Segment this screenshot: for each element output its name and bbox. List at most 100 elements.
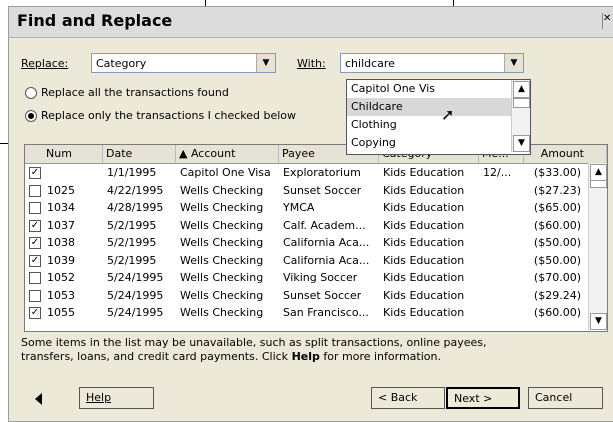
row-checkbox[interactable] <box>29 272 41 284</box>
scroll-down-icon[interactable]: ▼ <box>513 135 530 152</box>
cell-category: Kids Education <box>383 236 465 249</box>
chevron-down-icon[interactable]: ▼ <box>504 54 523 72</box>
row-checkbox[interactable]: ✓ <box>29 167 41 179</box>
cell-date: 5/24/1995 <box>107 271 164 284</box>
table-row[interactable]: ✓ 1039 5/2/1995 Wells Checking California Ac… <box>25 252 585 269</box>
cell-amount: ($70.00) <box>533 271 581 284</box>
table-row[interactable]: 1034 4/28/1995 Wells Checking YMCA Kids Educ… <box>25 199 585 216</box>
cell-category: Kids Education <box>383 271 465 284</box>
row-checkbox[interactable]: ✓ <box>29 219 41 232</box>
cell-amount: ($60.00) <box>533 306 581 319</box>
cell-num: 1055 <box>47 306 75 319</box>
scroll-up-icon[interactable]: ▲ <box>513 81 530 98</box>
col-header-num[interactable]: Num <box>43 145 103 163</box>
radio-replace-checked-label[interactable]: Replace only the transactions I checked … <box>41 109 296 122</box>
scroll-up-icon[interactable]: ▲ <box>590 164 607 181</box>
scroll-thumb[interactable] <box>513 98 530 108</box>
table-row[interactable]: ✓ 1038 5/2/1995 Wells Checking California Ac… <box>25 234 585 251</box>
cell-category: Kids Education <box>383 218 465 232</box>
cell-date: 4/28/1995 <box>107 201 164 214</box>
table-row[interactable]: ✓ 1055 5/24/1995 Wells Checking San Francisc… <box>25 304 585 321</box>
cell-date: 5/2/1995 <box>107 236 157 249</box>
table-row[interactable]: 1052 5/24/1995 Wells Checking Viking Soccer… <box>25 269 585 286</box>
row-checkbox[interactable]: ✓ <box>29 307 41 319</box>
cell-payee: Exploratorium <box>283 166 361 179</box>
row-checkbox[interactable]: ✓ <box>29 254 41 267</box>
cancel-button[interactable]: Cancel <box>528 387 603 409</box>
cell-category: Kids Education <box>383 288 465 302</box>
cell-num: 1052 <box>47 271 75 284</box>
cell-payee: California Aca... <box>283 253 370 267</box>
scroll-down-icon[interactable]: ▼ <box>590 313 607 330</box>
radio-replace-all-label[interactable]: Replace all the transactions found <box>41 86 229 99</box>
radio-replace-all[interactable] <box>25 87 37 99</box>
table-row[interactable]: ✓ 1037 5/2/1995 Wells Checking Calf. Academ.… <box>25 217 585 234</box>
radio-replace-checked[interactable] <box>25 110 37 122</box>
help-button-label: Help <box>86 391 112 404</box>
table-row[interactable]: 1025 4/22/1995 Wells Checking Sunset Soccer… <box>25 182 585 199</box>
chevron-down-icon[interactable]: ▼ <box>256 54 275 72</box>
dropdown-option[interactable]: Clothing <box>347 116 511 134</box>
col-header-account-label: Account <box>190 147 236 160</box>
find-replace-dialog: Find and Replace ✕ Replace: Category ▼ W… <box>8 6 613 422</box>
cell-date: 5/24/1995 <box>107 288 164 302</box>
close-icon[interactable]: ✕ <box>602 13 613 29</box>
speaker-icon[interactable] <box>35 393 42 405</box>
dropdown-scrollbar[interactable]: ▲ ▼ <box>511 80 530 152</box>
row-checkbox[interactable] <box>29 202 41 214</box>
back-button[interactable]: < Back <box>371 387 445 409</box>
dialog-title: Find and Replace <box>17 11 173 30</box>
cell-account: Capitol One Visa <box>180 166 271 179</box>
table-row[interactable]: ✓ 1/1/1995 Capitol One Visa Exploratorium Ki… <box>25 164 585 181</box>
back-button-label: < Back <box>378 391 418 404</box>
cell-num: 1025 <box>47 183 75 197</box>
cell-num: 1039 <box>47 253 75 267</box>
cell-category: Kids Education <box>383 183 465 197</box>
row-checkbox[interactable]: ✓ <box>29 237 41 249</box>
cell-date: 1/1/1995 <box>107 166 157 179</box>
cell-category: Kids Education <box>383 166 465 179</box>
cell-num: 1037 <box>47 218 75 232</box>
table-row[interactable]: 1053 5/24/1995 Wells Checking Sunset Soccer… <box>25 287 585 304</box>
cell-date: 4/22/1995 <box>107 183 164 197</box>
cell-account: Wells Checking <box>180 201 264 214</box>
cell-account: Wells Checking <box>180 218 264 232</box>
replace-value: Category <box>96 57 147 70</box>
cell-num: 1038 <box>47 236 75 249</box>
next-button[interactable]: Next > <box>446 387 520 409</box>
row-checkbox[interactable] <box>29 289 41 302</box>
with-label: With: <box>297 57 326 70</box>
with-dropdown-list: Capitol One Vis Childcare Clothing Copying … <box>346 79 531 155</box>
cell-num: 1034 <box>47 201 75 214</box>
cell-num: 1053 <box>47 288 75 302</box>
replace-combo[interactable]: Category ▼ <box>91 53 276 73</box>
with-combo[interactable]: childcare ▼ <box>340 53 524 73</box>
note-line-1: Some items in the list may be unavailabl… <box>21 336 487 349</box>
cell-memo: 12/... <box>483 166 512 179</box>
table-scrollbar[interactable]: ▲ ▼ <box>588 163 607 330</box>
cell-date: 5/24/1995 <box>107 306 164 319</box>
cancel-button-label: Cancel <box>535 391 573 404</box>
help-button[interactable]: Help <box>79 387 154 409</box>
transactions-table: Num Date ▲ Account Payee Category Me... … <box>24 144 608 332</box>
cell-category: Kids Education <box>383 253 465 267</box>
dropdown-option[interactable]: Copying <box>347 134 511 152</box>
cell-payee: California Aca... <box>283 236 370 249</box>
dropdown-option[interactable]: Capitol One Vis <box>347 80 511 98</box>
cell-payee: San Francisco... <box>283 306 369 319</box>
cell-amount: ($27.23) <box>533 183 581 197</box>
cell-amount: ($29.24) <box>533 288 581 302</box>
scroll-thumb[interactable] <box>590 180 607 188</box>
row-checkbox[interactable] <box>29 184 41 197</box>
col-header-account[interactable]: ▲ Account <box>176 145 279 163</box>
col-header-date[interactable]: Date <box>103 145 176 163</box>
sort-up-icon: ▲ <box>179 147 191 160</box>
note-line-2: transfers, loans, and credit card paymen… <box>21 350 441 363</box>
dropdown-option[interactable]: Childcare <box>347 98 511 116</box>
cell-amount: ($50.00) <box>533 236 581 249</box>
col-header-amount[interactable]: Amount <box>524 145 607 163</box>
cell-account: Wells Checking <box>180 236 264 249</box>
cell-amount: ($50.00) <box>533 253 581 267</box>
mouse-cursor-icon: ➚ <box>441 105 455 124</box>
with-value: childcare <box>345 57 395 70</box>
